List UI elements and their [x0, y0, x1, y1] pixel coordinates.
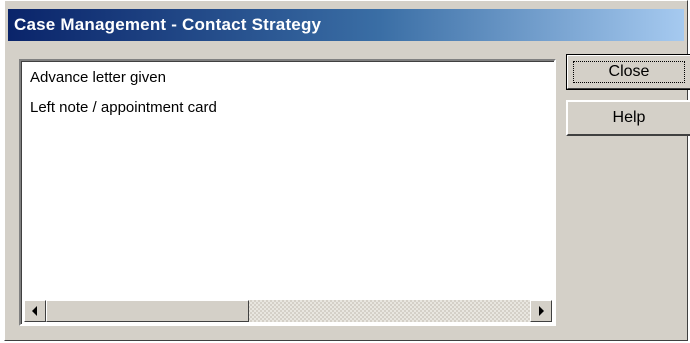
horizontal-scrollbar[interactable] — [24, 300, 552, 322]
list-item[interactable]: Advance letter given — [30, 69, 166, 86]
focus-ring — [573, 61, 685, 83]
list-item[interactable]: Left note / appointment card — [30, 99, 217, 116]
help-button[interactable]: Help — [566, 100, 690, 136]
scroll-right-button[interactable] — [530, 300, 552, 322]
scroll-thumb[interactable] — [46, 300, 249, 322]
dialog-window: Case Management - Contact Strategy Advan… — [4, 0, 690, 341]
contact-strategy-listbox[interactable]: Advance letter given Left note / appoint… — [19, 59, 556, 326]
help-button-label: Help — [612, 109, 646, 126]
right-arrow-icon — [539, 306, 544, 316]
scroll-left-button[interactable] — [24, 300, 46, 322]
left-arrow-icon — [32, 306, 37, 316]
window-title: Case Management - Contact Strategy — [8, 9, 684, 41]
listbox-content: Advance letter given Left note / appoint… — [21, 61, 554, 324]
close-button[interactable]: Close — [566, 54, 690, 90]
